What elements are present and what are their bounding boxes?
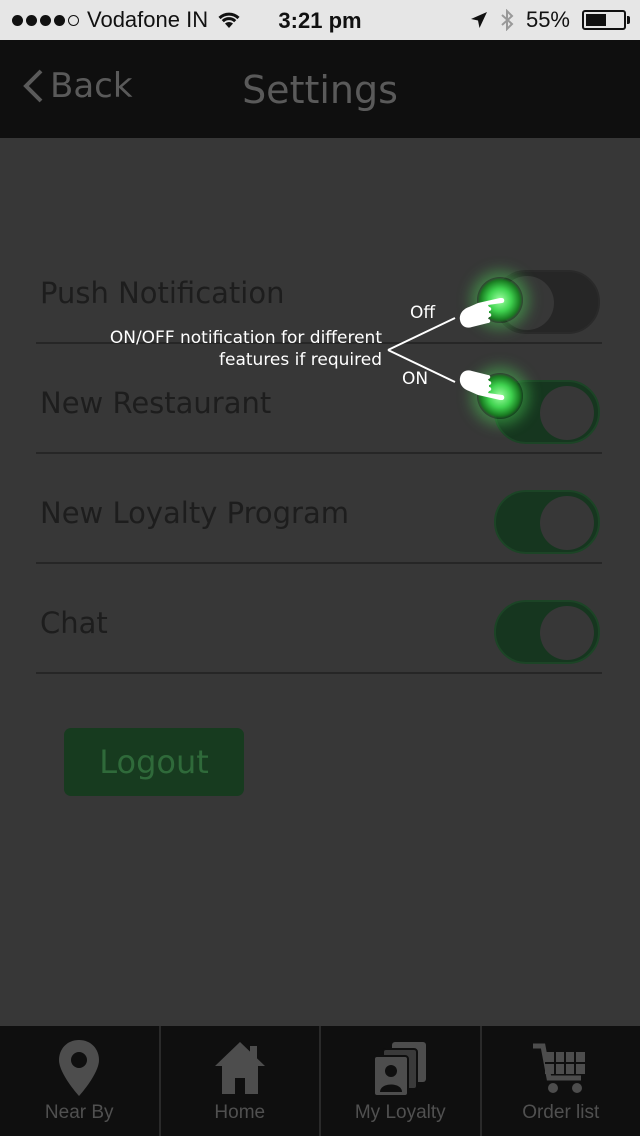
pointing-hand-icon (459, 370, 505, 400)
loyalty-cards-icon (373, 1042, 427, 1097)
setting-row-new-loyalty-program: New Loyalty Program (36, 454, 602, 564)
navigation-bar: Back Settings (0, 40, 640, 138)
annotation-off-label: Off (410, 303, 436, 323)
battery-icon (582, 10, 630, 30)
tab-label: Near By (44, 1102, 114, 1123)
tab-label: My Loyalty (354, 1102, 446, 1123)
setting-row-chat: Chat (36, 564, 602, 674)
tab-near-by[interactable]: Near By (0, 1026, 159, 1136)
annotation-line-2: features if required (219, 350, 382, 370)
toggle-knob (540, 386, 594, 440)
setting-label: Push Notification (40, 276, 285, 310)
status-bar: Vodafone IN 3:21 pm 55% (0, 0, 640, 40)
battery-percent: 55% (525, 7, 570, 32)
annotation-callout: ON/OFF notification for different featur… (110, 327, 382, 371)
tab-home[interactable]: Home (158, 1026, 320, 1136)
tab-bar: Near By Home My Loyalty Order list (0, 1026, 640, 1136)
tab-my-loyalty[interactable]: My Loyalty (319, 1026, 480, 1136)
bluetooth-icon (501, 9, 514, 31)
chat-toggle[interactable] (494, 600, 600, 664)
setting-label: New Loyalty Program (40, 496, 349, 530)
home-icon (214, 1042, 265, 1094)
shopping-cart-icon (532, 1043, 585, 1093)
toggle-knob (540, 606, 594, 660)
annotation-on-label: ON (402, 369, 429, 389)
tab-label: Home (214, 1102, 266, 1123)
page-title: Settings (242, 68, 398, 112)
toggle-knob (540, 496, 594, 550)
new-loyalty-program-toggle[interactable] (494, 490, 600, 554)
location-pin-icon (59, 1040, 100, 1096)
logout-button[interactable]: Logout (64, 728, 244, 796)
tab-order-list[interactable]: Order list (479, 1026, 640, 1136)
setting-label: Chat (40, 606, 108, 640)
pointing-hand-icon (459, 298, 505, 328)
annotation-line-1: ON/OFF notification for different (109, 328, 382, 348)
tab-label: Order list (522, 1102, 600, 1123)
location-arrow-icon (470, 12, 487, 28)
setting-label: New Restaurant (40, 386, 272, 420)
